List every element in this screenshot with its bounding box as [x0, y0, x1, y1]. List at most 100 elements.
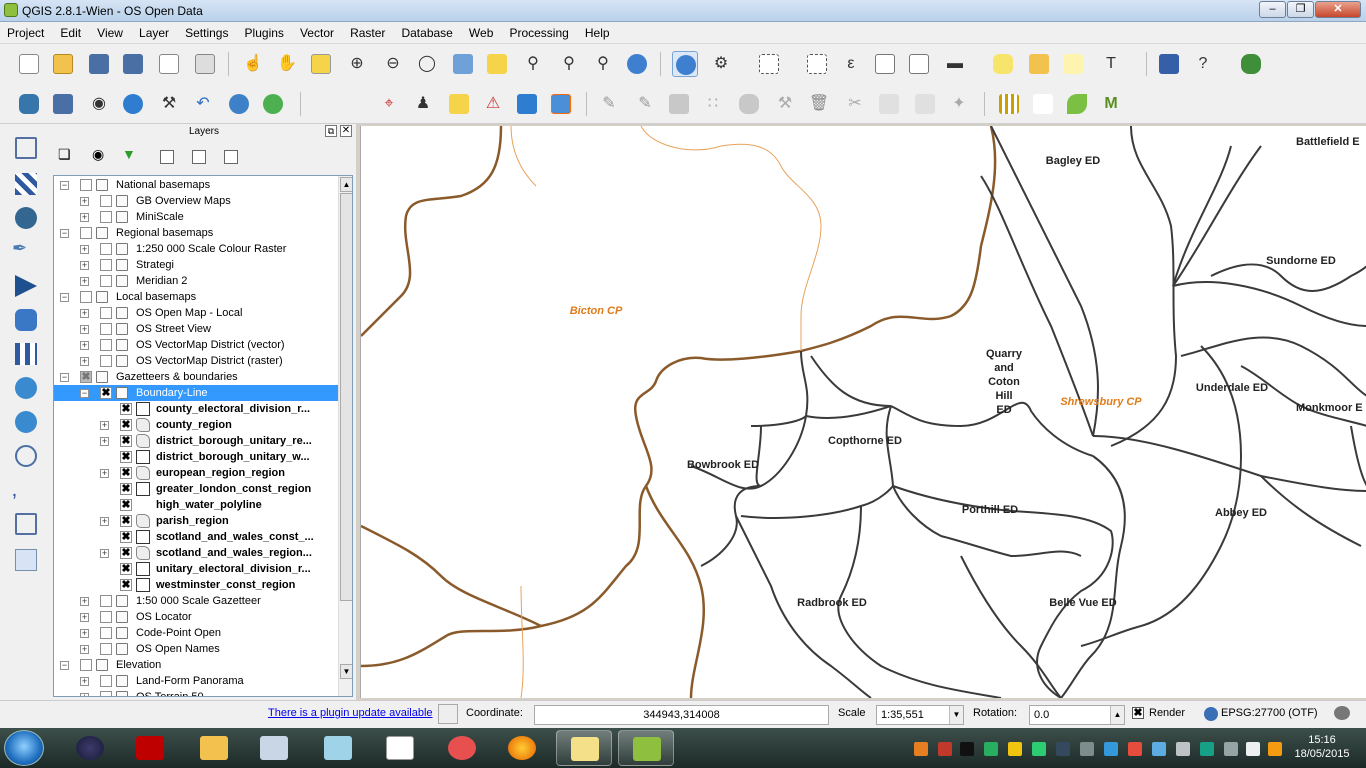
- layer-visibility-checkbox[interactable]: [100, 259, 112, 271]
- add-spatialite-button[interactable]: ✒: [12, 238, 40, 266]
- taskbar-filezilla[interactable]: [122, 730, 178, 766]
- refresh-button[interactable]: [624, 51, 650, 77]
- layer-group-row[interactable]: + OS Street View: [54, 321, 338, 337]
- layer-row[interactable]: + ✖ european_region_region: [54, 465, 338, 481]
- remove-layer-button[interactable]: [220, 146, 242, 168]
- expand-icon[interactable]: +: [80, 277, 89, 286]
- layer-visibility-checkbox[interactable]: ✖: [120, 451, 132, 463]
- statistics-button[interactable]: [906, 51, 932, 77]
- layer-row[interactable]: ✖ greater_london_const_region: [54, 481, 338, 497]
- add-postgis-button[interactable]: [12, 204, 40, 232]
- tray-app-icon[interactable]: [938, 742, 952, 756]
- grid-plugin-button[interactable]: [996, 91, 1022, 117]
- dropbox-icon[interactable]: [1104, 742, 1118, 756]
- network-icon[interactable]: [1224, 742, 1238, 756]
- add-wms-button[interactable]: [12, 340, 40, 368]
- run-feature-action-button[interactable]: ⚙: [708, 51, 734, 77]
- new-layer-button[interactable]: [12, 510, 40, 538]
- save-edits-button[interactable]: [666, 91, 692, 117]
- add-virtual-layer-button[interactable]: ‚: [12, 476, 40, 504]
- menu-plugins[interactable]: Plugins: [238, 22, 290, 44]
- select-features-button[interactable]: [756, 51, 782, 77]
- attribute-table-button[interactable]: [872, 51, 898, 77]
- africa-plugin-button[interactable]: [1238, 51, 1264, 77]
- edit-tool-button[interactable]: ⚒: [156, 91, 182, 117]
- undo-button[interactable]: ↶: [190, 91, 216, 117]
- layer-visibility-checkbox[interactable]: [100, 339, 112, 351]
- layer-group-row[interactable]: + OS Open Map - Local: [54, 305, 338, 321]
- menu-web[interactable]: Web: [462, 22, 499, 44]
- new-bookmark-button[interactable]: [1026, 51, 1052, 77]
- menu-vector[interactable]: Vector: [293, 22, 340, 44]
- expand-all-button[interactable]: [156, 146, 178, 168]
- taskbar-eclipse[interactable]: [62, 730, 118, 766]
- layer-group-row[interactable]: +1:50 000 Scale Gazetteer: [54, 593, 338, 609]
- expand-icon[interactable]: +: [100, 549, 109, 558]
- manage-visibility-button[interactable]: ◉: [92, 146, 114, 168]
- expand-icon[interactable]: +: [80, 357, 89, 366]
- layer-row[interactable]: ✖ scotland_and_wales_const_...: [54, 529, 338, 545]
- volume-icon[interactable]: [1246, 742, 1260, 756]
- chevron-down-icon[interactable]: ▼: [949, 706, 963, 724]
- layer-row[interactable]: ✖ unitary_electoral_division_r...: [54, 561, 338, 577]
- spin-arrows-icon[interactable]: ▲: [1110, 706, 1124, 724]
- layer-group-row[interactable]: − ✖ Gazetteers & boundaries: [54, 369, 338, 385]
- layer-row[interactable]: ✖ westminster_const_region: [54, 577, 338, 593]
- gps-button[interactable]: ♟: [410, 91, 436, 117]
- tray-app-icon[interactable]: [914, 742, 928, 756]
- layer-visibility-checkbox[interactable]: ✖: [120, 547, 132, 559]
- expand-icon[interactable]: +: [80, 197, 89, 206]
- layer-visibility-checkbox[interactable]: [100, 195, 112, 207]
- layer-group-row[interactable]: − Elevation: [54, 657, 338, 673]
- tray-app-icon[interactable]: [1176, 742, 1190, 756]
- layer-visibility-checkbox[interactable]: [100, 243, 112, 255]
- layer-visibility-checkbox[interactable]: [100, 355, 112, 367]
- expand-icon[interactable]: +: [100, 469, 109, 478]
- collapse-icon[interactable]: −: [60, 181, 69, 190]
- zoom-out-button[interactable]: ⊖: [380, 51, 406, 77]
- layer-group-row[interactable]: + Meridian 2: [54, 273, 338, 289]
- maximize-button[interactable]: ❐: [1287, 1, 1314, 18]
- start-button[interactable]: [4, 730, 44, 766]
- taskbar-snipping[interactable]: [434, 730, 490, 766]
- minimize-button[interactable]: –: [1259, 1, 1286, 18]
- binoculars-button[interactable]: ◉: [86, 91, 112, 117]
- composer-manager-button[interactable]: [192, 51, 218, 77]
- collapse-icon[interactable]: −: [60, 229, 69, 238]
- layer-visibility-checkbox[interactable]: [100, 643, 112, 655]
- close-button[interactable]: ✕: [1315, 1, 1361, 18]
- menu-processing[interactable]: Processing: [502, 22, 574, 44]
- tray-app-icon[interactable]: [960, 742, 974, 756]
- expand-icon[interactable]: +: [80, 677, 89, 686]
- layer-group-row[interactable]: − Local basemaps: [54, 289, 338, 305]
- layer-visibility-checkbox[interactable]: ✖: [120, 419, 132, 431]
- cut-features-button[interactable]: ✂: [842, 91, 868, 117]
- layer-visibility-checkbox[interactable]: [100, 675, 112, 687]
- add-raster-layer-button[interactable]: [12, 170, 40, 198]
- layer-visibility-checkbox[interactable]: ✖: [120, 579, 132, 591]
- measure-button[interactable]: ▬: [942, 51, 968, 77]
- menu-settings[interactable]: Settings: [178, 22, 234, 44]
- expand-icon[interactable]: +: [80, 693, 89, 696]
- move-feature-button[interactable]: [736, 91, 762, 117]
- layer-visibility-checkbox[interactable]: [80, 227, 92, 239]
- add-delimited-text-button[interactable]: [12, 442, 40, 470]
- layer-group-row[interactable]: + OS Open Names: [54, 641, 338, 657]
- menu-raster[interactable]: Raster: [343, 22, 391, 44]
- layer-visibility-checkbox[interactable]: ✖: [120, 531, 132, 543]
- crs-globe-icon[interactable]: [1204, 707, 1218, 721]
- show-bookmarks-button[interactable]: [1060, 51, 1086, 77]
- menu-database[interactable]: Database: [394, 22, 458, 44]
- save-project-button[interactable]: [86, 51, 112, 77]
- collapse-icon[interactable]: −: [80, 389, 89, 398]
- expand-icon[interactable]: +: [80, 261, 89, 270]
- layer-row[interactable]: + ✖ parish_region: [54, 513, 338, 529]
- action-center-icon[interactable]: [1268, 742, 1282, 756]
- rotation-spinbox[interactable]: 0.0 ▲: [1029, 705, 1125, 725]
- layer-visibility-checkbox[interactable]: [80, 291, 92, 303]
- help-button[interactable]: [1156, 51, 1182, 77]
- map-tips-button[interactable]: [990, 51, 1016, 77]
- zoom-last-button[interactable]: ⚲: [556, 51, 582, 77]
- map-canvas[interactable]: Bicton CP Shrewsbury CP Bagley ED Battle…: [360, 126, 1366, 698]
- leaf-plugin-button[interactable]: [1064, 91, 1090, 117]
